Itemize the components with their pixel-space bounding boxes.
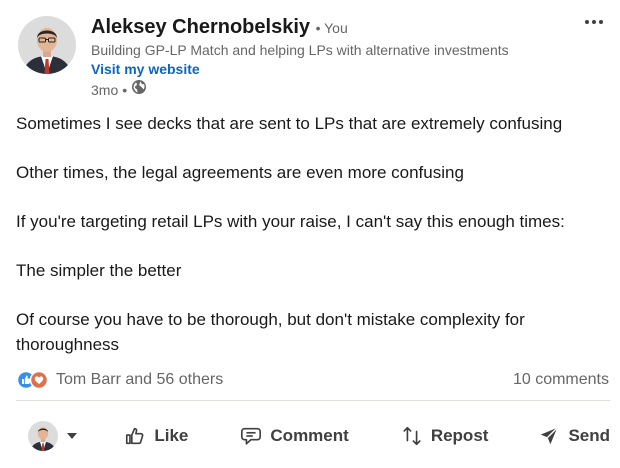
comment-icon (241, 427, 262, 445)
comment-label: Comment (270, 426, 349, 445)
post-paragraph: Of course you have to be thorough, but d… (16, 310, 525, 354)
globe-icon (131, 79, 147, 100)
actions-divider (16, 400, 610, 401)
author-headline: Building GP-LP Match and helping LPs wit… (91, 42, 509, 58)
reaction-icons (16, 370, 50, 390)
post-paragraph: Other times, the legal agreements are ev… (16, 163, 464, 182)
repost-label: Repost (430, 426, 489, 445)
time-ago: 3mo (91, 81, 119, 98)
post-meta: 3mo • (91, 79, 509, 100)
post-header: Aleksey Chernobelskiy • You Building GP-… (91, 14, 509, 100)
repost-button[interactable]: Repost (401, 416, 489, 456)
like-label: Like (154, 426, 189, 445)
reactors-text: Tom Barr and 56 others (56, 371, 224, 388)
post-as-selector[interactable] (28, 416, 110, 456)
author-avatar[interactable] (18, 16, 76, 74)
author-line: Aleksey Chernobelskiy • You (91, 14, 509, 41)
meta-separator: • (122, 81, 128, 98)
love-icon (29, 370, 49, 390)
user-avatar (28, 421, 58, 451)
like-button[interactable]: Like (124, 416, 188, 456)
send-label: Send (568, 426, 610, 445)
post-paragraph: If you're targeting retail LPs with your… (16, 212, 565, 231)
social-counts: Tom Barr and 56 others 10 comments (16, 369, 609, 391)
action-bar: Like Comment Repost Send (16, 412, 610, 460)
thumbs-up-icon (126, 427, 144, 445)
author-name[interactable]: Aleksey Chernobelskiy (91, 16, 310, 38)
website-link[interactable]: Visit my website (91, 59, 509, 79)
comments-count[interactable]: 10 comments (513, 371, 609, 389)
reactions-summary[interactable]: Tom Barr and 56 others (16, 370, 223, 390)
connection-degree: • You (315, 20, 348, 36)
caret-down-icon (67, 433, 77, 439)
comment-button[interactable]: Comment (240, 416, 349, 456)
ellipsis-icon (585, 20, 603, 24)
send-button[interactable]: Send (538, 416, 610, 456)
post-paragraph: The simpler the better (16, 261, 182, 280)
repost-icon (403, 426, 421, 446)
post-body: Sometimes I see decks that are sent to L… (16, 112, 608, 357)
post-paragraph: Sometimes I see decks that are sent to L… (16, 114, 563, 133)
send-icon (541, 427, 559, 445)
more-options-button[interactable] (582, 12, 606, 32)
